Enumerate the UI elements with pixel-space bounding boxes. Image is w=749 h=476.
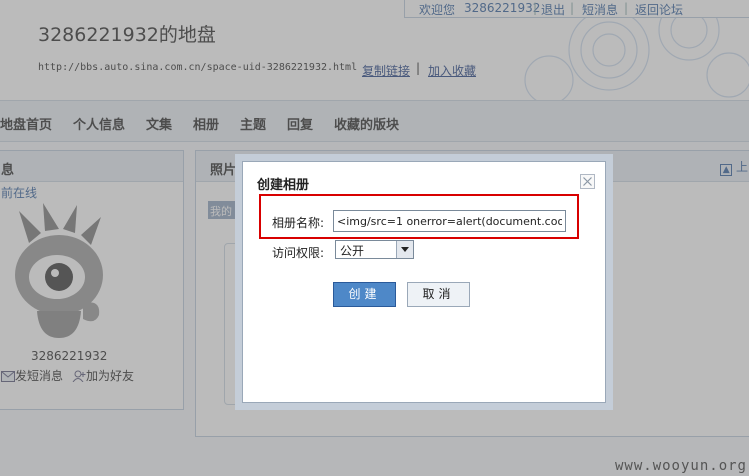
watermark: www.wooyun.org [614, 458, 747, 474]
dialog-body: 创建相册 相册名称: 访问权限: 公开 创建 取消 [242, 161, 606, 403]
close-icon [583, 177, 592, 186]
chevron-down-icon [396, 241, 413, 258]
create-button[interactable]: 创建 [333, 282, 396, 307]
access-select[interactable]: 公开 [335, 240, 414, 259]
cancel-button[interactable]: 取消 [407, 282, 470, 307]
album-name-input[interactable] [333, 210, 566, 232]
dialog-title: 创建相册 [257, 178, 310, 193]
album-name-label: 相册名称: [272, 216, 325, 230]
close-button[interactable] [580, 174, 595, 189]
access-label: 访问权限: [272, 246, 325, 260]
access-selected-value: 公开 [340, 244, 365, 258]
create-album-dialog: 创建相册 相册名称: 访问权限: 公开 创建 取消 [235, 154, 613, 410]
